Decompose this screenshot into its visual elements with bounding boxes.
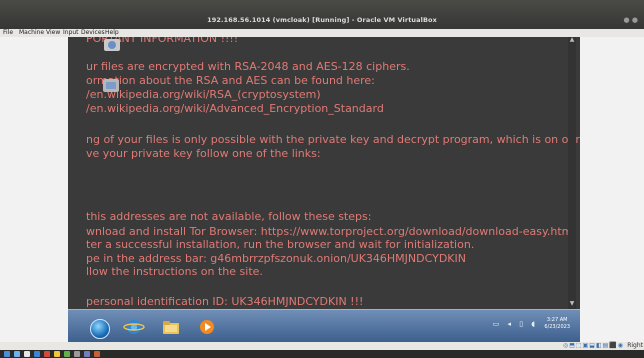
dock-app-9-icon[interactable] (84, 351, 90, 357)
window-title: 192.168.56.1014 (vmcloak) [Running] - Or… (207, 16, 437, 24)
scroll-up-icon[interactable]: ▲ (569, 37, 575, 43)
menu-help[interactable]: Help (105, 29, 119, 37)
clock-time: 3:27 AM (546, 317, 568, 323)
note-line: wnload and install Tor Browser: https://… (86, 225, 576, 238)
system-tray-icons[interactable]: ▭ ◂ ▯ ◖ (493, 320, 538, 328)
note-line: ur files are encrypted with RSA-2048 and… (86, 60, 410, 73)
menu-bar: File Machine View Input Devices Help (0, 29, 644, 37)
note-line: ter a successful installation, run the b… (86, 238, 475, 251)
note-line: llow the instructions on the site. (86, 265, 263, 278)
menu-devices[interactable]: Devices (81, 29, 105, 37)
dock-app-3-icon[interactable] (24, 351, 30, 357)
window-title-bar[interactable]: 192.168.56.1014 (vmcloak) [Running] - Or… (0, 0, 644, 29)
guest-taskbar: ▭ ◂ ▯ ◖ 3:27 AM 6/23/2023 (68, 309, 580, 342)
window-controls-icon[interactable]: ● ● (624, 16, 638, 24)
dock-app-2-icon[interactable] (14, 351, 20, 357)
host-key-label: Right (627, 342, 643, 349)
media-player-icon[interactable] (196, 317, 218, 337)
dock-app-6-icon[interactable] (54, 351, 60, 357)
dock-app-10-icon[interactable] (94, 351, 100, 357)
note-line: personal identification ID: UK346HMJNDCY… (86, 295, 364, 308)
file-explorer-icon[interactable] (160, 317, 182, 337)
note-line: this addresses are not available, follow… (86, 210, 372, 223)
svg-text:·: · (112, 55, 113, 59)
menu-file[interactable]: File (3, 29, 13, 37)
note-line: /en.wikipedia.org/wiki/Advanced_Encrypti… (86, 102, 384, 115)
desktop-shortcut-icon[interactable]: · (98, 37, 126, 59)
dock-app-8-icon[interactable] (74, 351, 80, 357)
host-dock (0, 350, 644, 358)
internet-explorer-icon[interactable] (123, 317, 145, 337)
guest-screen[interactable]: PORTANT INFORMATION !!!! ur files are enc… (68, 37, 580, 342)
dock-app-1-icon[interactable] (4, 351, 10, 357)
note-line: ormation about the RSA and AES can be fo… (86, 74, 375, 87)
start-button[interactable] (90, 319, 110, 339)
clock-date: 6/23/2023 (544, 324, 570, 330)
menu-input[interactable]: Input (63, 29, 79, 37)
menu-machine[interactable]: Machine (19, 29, 44, 37)
dock-app-7-icon[interactable] (64, 351, 70, 357)
note-line: ve your private key follow one of the li… (86, 147, 321, 160)
status-device-icons[interactable]: ◎⬒⬚▣⬓◧▤⬛◉ (563, 342, 624, 350)
note-line: pe in the address bar: g46mbrrzpfszonuk.… (86, 252, 466, 265)
scroll-down-icon[interactable]: ▼ (569, 301, 575, 307)
desktop-shortcut-2-icon[interactable] (98, 77, 124, 97)
scrollbar[interactable] (568, 37, 576, 309)
clock[interactable]: 3:27 AM 6/23/2023 (544, 317, 570, 331)
dock-app-4-icon[interactable] (34, 351, 40, 357)
vm-status-bar: ◎⬒⬚▣⬓◧▤⬛◉ Right (0, 342, 644, 350)
menu-view[interactable]: View (46, 29, 60, 37)
virtualbox-window: 192.168.56.1014 (vmcloak) [Running] - Or… (0, 0, 644, 358)
note-line: ng of your files is only possible with t… (86, 133, 580, 146)
dock-app-5-icon[interactable] (44, 351, 50, 357)
